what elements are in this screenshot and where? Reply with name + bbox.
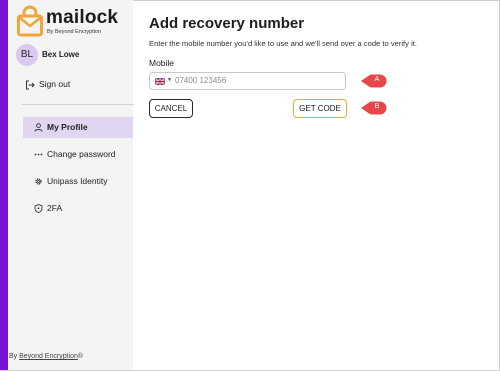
sidebar-item-label: My Profile [47, 122, 88, 132]
mailock-logo-icon [17, 5, 43, 37]
sidebar-item-label: Change password [47, 149, 116, 159]
page-subtitle: Enter the mobile number you'd like to us… [149, 39, 417, 48]
mobile-number-input[interactable] [175, 76, 340, 85]
shield-icon [34, 204, 43, 213]
footer-registered-mark: ® [77, 353, 84, 360]
country-dropdown-caret-icon[interactable]: ▼ [167, 77, 172, 83]
sign-out-label: Sign out [39, 79, 71, 89]
sidebar: mailock By Beyond Encryption BL Bex Lowe… [8, 0, 134, 370]
sidebar-item-unipass-identity[interactable]: Unipass Identity [23, 171, 133, 192]
footer: By Beyond Encryption® [9, 353, 83, 360]
sidebar-item-change-password[interactable]: Change password [23, 144, 133, 165]
gear-icon [35, 178, 42, 185]
mobile-number-field: ▼ [149, 72, 346, 90]
gb-flag-icon[interactable] [155, 78, 165, 85]
sidebar-item-label: Unipass Identity [47, 176, 108, 186]
annotation-callout-b: B [361, 101, 387, 115]
annotation-callout-a: A [361, 74, 387, 88]
sign-out-icon [26, 80, 35, 90]
brand-tagline: By Beyond Encryption [47, 29, 102, 35]
user-icon [34, 123, 43, 132]
password-dots-icon [34, 153, 43, 156]
brand-name: mailock [46, 7, 119, 28]
mobile-label: Mobile [149, 58, 175, 68]
sidebar-item-2fa[interactable]: 2FA [23, 198, 133, 219]
main-content: Add recovery number Enter the mobile num… [133, 0, 499, 370]
sidebar-divider [22, 104, 134, 105]
sidebar-item-label: 2FA [47, 203, 63, 213]
get-code-button[interactable]: GET CODE [293, 99, 347, 118]
callout-a-label: A [374, 76, 380, 83]
sidebar-item-my-profile[interactable]: My Profile [23, 117, 133, 138]
page-title: Add recovery number [149, 15, 305, 32]
footer-prefix: By [9, 353, 20, 360]
accent-strip [0, 0, 8, 370]
avatar: BL [16, 44, 38, 66]
callout-b-label: B [374, 103, 380, 110]
mailock-logo: mailock By Beyond Encryption [17, 5, 137, 39]
user-name: Bex Lowe [42, 50, 80, 59]
cancel-button[interactable]: CANCEL [149, 99, 193, 118]
footer-link[interactable]: Beyond Encryption [19, 353, 78, 360]
